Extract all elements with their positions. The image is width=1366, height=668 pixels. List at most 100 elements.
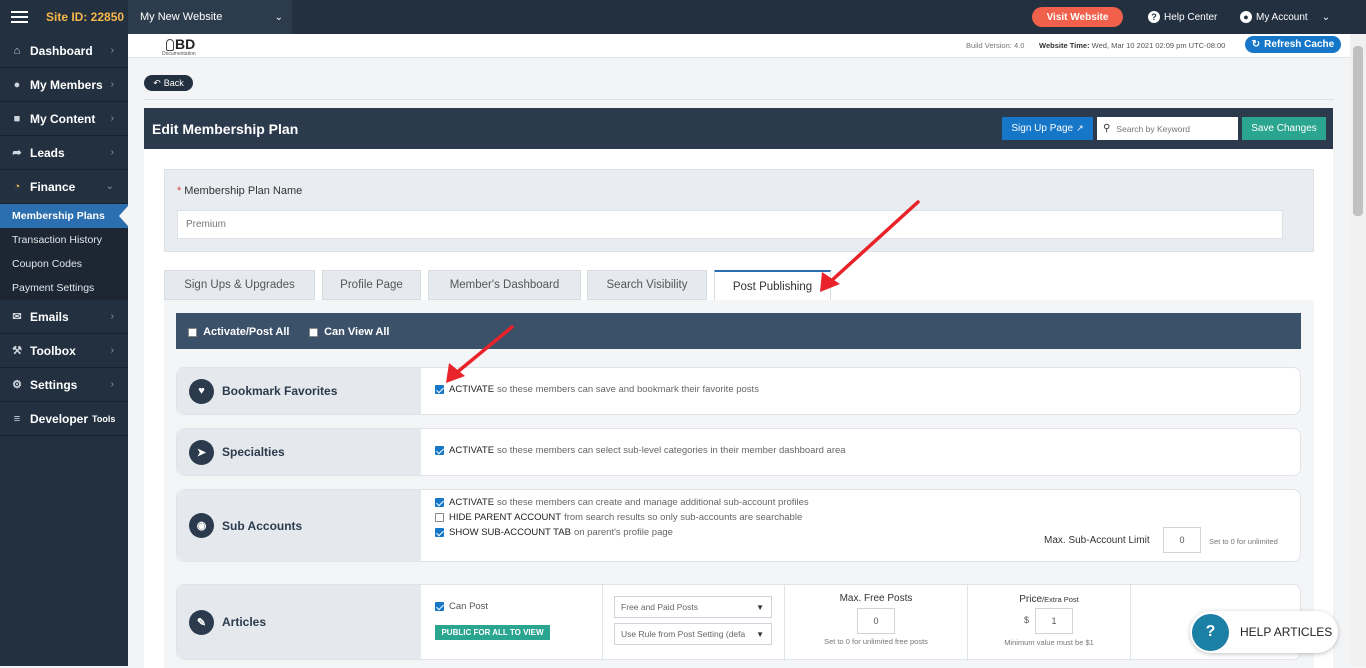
activate-all-label: Activate/Post All: [203, 326, 290, 338]
price-label: Price/Extra Post: [968, 594, 1130, 605]
view-all-checkbox[interactable]: [309, 327, 318, 337]
feature-label: ➤ Specialties: [177, 429, 421, 475]
plan-name-input[interactable]: Premium: [177, 210, 1283, 239]
sign-up-page-button[interactable]: Sign Up Page ↗: [1002, 117, 1093, 140]
chevron-right-icon: ›: [110, 311, 114, 322]
option-text: Can Post: [449, 601, 489, 612]
sidebar-item-settings[interactable]: ⚙ Settings ›: [0, 368, 128, 402]
hide-parent-checkbox[interactable]: [435, 513, 444, 522]
sidebar-subitem-payment-settings[interactable]: Payment Settings: [0, 276, 128, 300]
sidebar-subitem-membership-plans[interactable]: Membership Plans: [0, 204, 128, 228]
edit-plan-panel: Edit Membership Plan Sign Up Page↗ ⚲ Sav…: [144, 108, 1333, 668]
sidebar-subitem-coupon-codes[interactable]: Coupon Codes: [0, 252, 128, 276]
back-button[interactable]: ↶ Back: [144, 75, 193, 91]
tab-search-visibility[interactable]: Search Visibility: [587, 270, 707, 300]
my-account-menu[interactable]: ● My Account ⌄: [1240, 0, 1330, 34]
bookmark-activate-option[interactable]: ACTIVATE so these members can save and bo…: [435, 384, 759, 395]
search-icon: ⚲: [1103, 123, 1111, 134]
tab-sign-ups-upgrades[interactable]: Sign Ups & Upgrades: [164, 270, 315, 300]
specialties-activate-checkbox[interactable]: [435, 446, 444, 455]
my-account-label: My Account: [1256, 11, 1308, 23]
sidebar: ⌂ Dashboard › ● My Members › ■ My Content › ➦ L…: [0, 34, 128, 666]
sidebar-item-toolbox[interactable]: ⚒ Toolbox ›: [0, 334, 128, 368]
hamburger-menu-icon[interactable]: [10, 0, 28, 34]
help-center-link[interactable]: ? Help Center: [1148, 0, 1217, 34]
sidebar-item-my-members[interactable]: ● My Members ›: [0, 68, 128, 102]
sidebar-item-dashboard[interactable]: ⌂ Dashboard ›: [0, 34, 128, 68]
visit-website-button[interactable]: Visit Website: [1032, 7, 1123, 27]
search-input[interactable]: [1116, 123, 1229, 134]
scrollbar-thumb[interactable]: [1353, 46, 1363, 216]
main-content: BD Documentation Build Version: 4.0 Webs…: [128, 34, 1350, 668]
feature-articles: ✎ Articles Can Post PUBLIC FOR ALL TO VIE…: [176, 584, 1301, 661]
subaccounts-activate-checkbox[interactable]: [435, 498, 444, 507]
chevron-right-icon: ›: [110, 113, 114, 124]
sub-account-limit-hint: Set to 0 for unlimited: [1209, 537, 1278, 546]
sidebar-item-label: Emails: [30, 309, 69, 324]
plan-name-section: * Membership Plan Name Premium: [164, 169, 1314, 252]
hide-parent-account-option[interactable]: HIDE PARENT ACCOUNT from search results s…: [435, 512, 802, 523]
specialties-activate-option[interactable]: ACTIVATE so these members can select sub-…: [435, 445, 846, 456]
subaccounts-activate-option[interactable]: ACTIVATE so these members can create and …: [435, 497, 809, 508]
show-sub-account-tab-option[interactable]: SHOW SUB-ACCOUNT TAB on parent's profile …: [435, 527, 673, 538]
sidebar-item-label: Finance: [30, 179, 76, 194]
tab-post-publishing[interactable]: Post Publishing: [714, 270, 831, 302]
plan-name-label: * Membership Plan Name: [177, 185, 302, 197]
users-icon: ◉: [189, 513, 214, 538]
option-keyword: ACTIVATE: [449, 497, 495, 508]
can-view-all-toggle[interactable]: Can View All: [309, 326, 389, 338]
sub-account-limit-label: Max. Sub-Account Limit: [1044, 535, 1150, 546]
website-time: Website Time: Wed, Mar 10 2021 02:09 pm …: [1039, 41, 1225, 50]
max-free-posts-input[interactable]: 0: [857, 608, 895, 634]
post-rule-select[interactable]: Use Rule from Post Setting (defa ▼: [614, 623, 772, 645]
user-icon: ●: [1240, 11, 1252, 23]
max-free-posts-label: Max. Free Posts: [839, 593, 913, 604]
price-extra-post-input[interactable]: 1: [1035, 608, 1073, 634]
wrench-icon: ⚒: [12, 345, 22, 357]
sidebar-item-developer-tools[interactable]: ≡ Developer Tools: [0, 402, 128, 436]
feature-label: ♥ Bookmark Favorites: [177, 368, 421, 414]
folder-icon: ■: [13, 112, 21, 125]
sidebar-item-suffix: Tools: [92, 413, 116, 424]
chevron-right-icon: ›: [110, 147, 114, 158]
sidebar-item-emails[interactable]: ✉ Emails ›: [0, 300, 128, 334]
max-free-posts-hint: Set to 0 for unlimited free posts: [824, 637, 928, 646]
site-selector[interactable]: My New Website ⌄: [128, 0, 292, 34]
sub-account-limit-input[interactable]: 0: [1163, 527, 1201, 553]
page-title: Edit Membership Plan: [152, 121, 299, 137]
activate-all-checkbox[interactable]: [188, 327, 197, 337]
tab-profile-page[interactable]: Profile Page: [322, 270, 421, 300]
website-time-label: Website Time:: [1039, 41, 1090, 50]
sidebar-item-my-content[interactable]: ■ My Content ›: [0, 102, 128, 136]
feature-specialties: ➤ Specialties ACTIVATE so these members ca…: [176, 428, 1301, 476]
sidebar-subitem-transaction-history[interactable]: Transaction History: [0, 228, 128, 252]
tab-members-dashboard[interactable]: Member's Dashboard: [428, 270, 581, 300]
help-articles-button[interactable]: ? HELP ARTICLES: [1190, 611, 1338, 653]
sidebar-item-finance[interactable]: ◔ Finance ⌄: [0, 170, 128, 204]
select-all-bar: Activate/Post All Can View All: [176, 313, 1301, 349]
option-text: on parent's profile page: [573, 527, 673, 538]
bookmark-activate-checkbox[interactable]: [435, 385, 444, 394]
home-icon: ⌂: [13, 44, 21, 57]
keyword-search[interactable]: ⚲: [1097, 117, 1238, 140]
header-strip: BD Documentation Build Version: 4.0 Webs…: [128, 34, 1350, 58]
back-label: Back: [163, 78, 184, 88]
logo[interactable]: BD Documentation: [160, 36, 244, 57]
option-keyword: SHOW SUB-ACCOUNT TAB: [449, 527, 571, 538]
option-text: from search results so only sub-accounts…: [564, 512, 803, 523]
top-bar: Site ID: 22850 My New Website ⌄ Visit We…: [0, 0, 1366, 34]
articles-can-post-checkbox[interactable]: [435, 602, 444, 611]
show-subaccount-tab-checkbox[interactable]: [435, 528, 444, 537]
articles-can-post-option[interactable]: Can Post: [435, 601, 488, 612]
activate-post-all-toggle[interactable]: Activate/Post All: [188, 326, 289, 338]
refresh-cache-button[interactable]: ↻ Refresh Cache: [1245, 36, 1341, 53]
heart-icon: ♥: [189, 378, 214, 404]
public-visibility-badge[interactable]: PUBLIC FOR ALL TO VIEW: [435, 625, 550, 640]
post-type-select[interactable]: Free and Paid Posts ▼: [614, 596, 772, 618]
save-changes-button[interactable]: Save Changes: [1242, 117, 1326, 140]
sidebar-item-label: My Members: [30, 77, 103, 92]
page-scrollbar[interactable]: [1350, 34, 1366, 666]
logo-subtext: Documentation: [162, 51, 196, 57]
sidebar-item-leads[interactable]: ➦ Leads ›: [0, 136, 128, 170]
feature-sub-accounts: ◉ Sub Accounts ACTIVATE so these members c…: [176, 489, 1301, 562]
